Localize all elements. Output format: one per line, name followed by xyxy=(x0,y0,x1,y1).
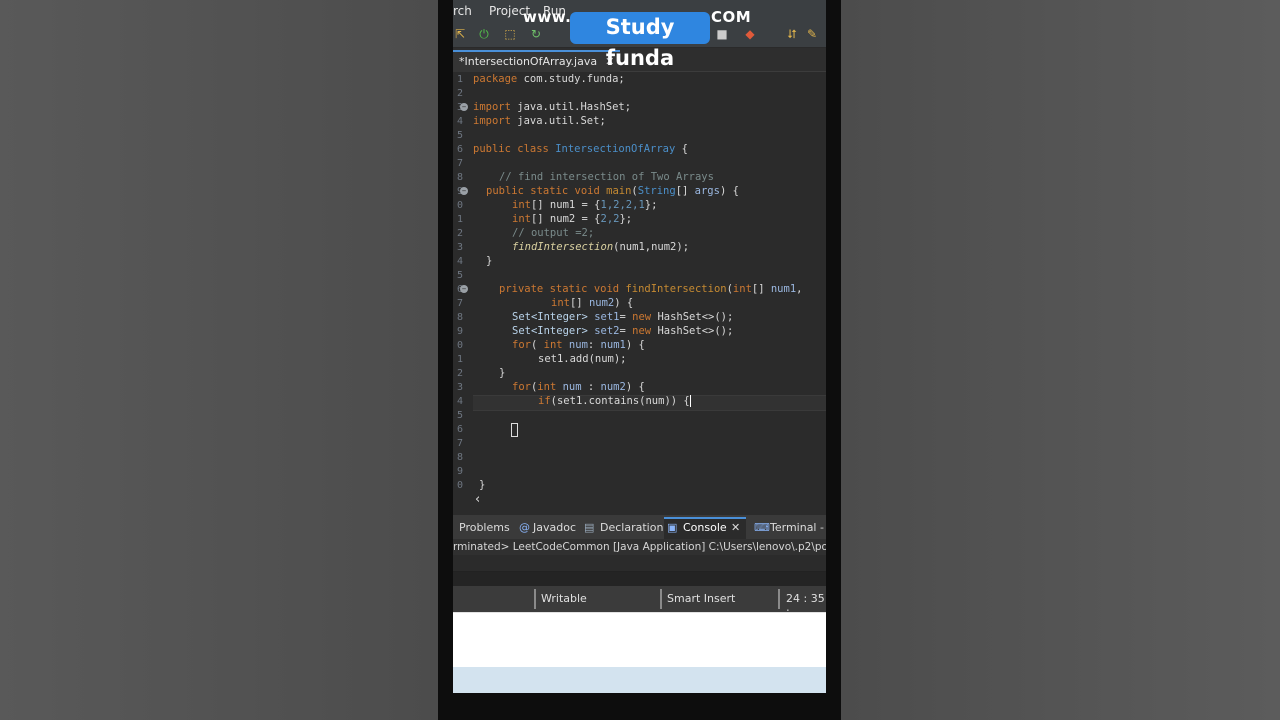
menu-search[interactable]: rch xyxy=(453,4,472,18)
line-number: 8 xyxy=(456,312,463,323)
video-background-left xyxy=(0,0,438,720)
line-number: 4 xyxy=(456,396,463,407)
line-number: 8 xyxy=(456,452,463,463)
javadoc-icon: @ xyxy=(519,521,530,534)
status-separator xyxy=(534,589,536,609)
code-line-package: package com.study.funda; xyxy=(473,73,625,85)
line-number: 4 xyxy=(456,116,463,127)
line-number: 0 xyxy=(456,200,463,211)
fold-collapse-icon[interactable]: − xyxy=(460,187,468,195)
line-number: 1 xyxy=(456,74,463,85)
mouse-ibeam-cursor xyxy=(511,423,518,437)
study-funda-badge: Study funda xyxy=(570,12,710,70)
line-number: 5 xyxy=(456,270,463,281)
video-background-right xyxy=(841,0,1280,720)
code-editor[interactable]: 1 2 3 4 5 6 7 8 9 0 1 2 3 4 5 6 7 8 9 0 … xyxy=(453,72,826,492)
stop-icon[interactable]: ■ xyxy=(715,27,729,41)
code-line-class-decl: public class IntersectionOfArray { xyxy=(473,143,688,155)
code-line-close-class: } xyxy=(479,479,486,491)
line-number: 1 xyxy=(456,354,463,365)
editor-tab-intersectionofarray[interactable]: *IntersectionOfArray.java✕ xyxy=(453,50,621,72)
line-number: 5 xyxy=(456,130,463,141)
status-writable: Writable xyxy=(541,592,587,605)
pen-icon[interactable]: ✎ xyxy=(805,27,819,41)
horizontal-scrollbar[interactable]: ‹ xyxy=(453,492,826,508)
line-number: 8 xyxy=(456,172,463,183)
code-line-set1: Set<Integer> set1= new HashSet<>(); xyxy=(512,311,734,323)
code-line-import-set: import java.util.Set; xyxy=(473,115,606,127)
code-line-import-hashset: import java.util.HashSet; xyxy=(473,101,632,113)
debug-icon[interactable]: ⏻ xyxy=(477,27,491,41)
status-insert-mode[interactable]: Smart Insert xyxy=(667,592,735,605)
console-output[interactable] xyxy=(453,555,826,572)
code-line-main-decl: public static void main(String[] args) { xyxy=(486,185,739,197)
code-line-num1: int[] num1 = {1,2,2,1}; xyxy=(512,199,658,211)
tab-problems[interactable]: Problems xyxy=(459,521,510,534)
code-line-set2: Set<Integer> set2= new HashSet<>(); xyxy=(512,325,734,337)
taskbar-strip xyxy=(453,667,826,693)
console-description: rminated> LeetCodeCommon [Java Applicati… xyxy=(453,539,826,555)
taskbar-area xyxy=(453,612,826,667)
line-number: 2 xyxy=(456,228,463,239)
line-number: 7 xyxy=(456,298,463,309)
line-number: 3 xyxy=(456,382,463,393)
open-type-icon[interactable]: ⬚ xyxy=(503,27,517,41)
text-caret xyxy=(689,395,691,407)
terminal-icon: ⌨ xyxy=(754,521,770,534)
tab-terminal[interactable]: Terminal xyxy=(770,521,817,534)
code-line-for1: for( int num: num1) { xyxy=(512,339,645,351)
line-number: 4 xyxy=(456,256,463,267)
line-number: 0 xyxy=(456,480,463,491)
status-separator xyxy=(660,589,662,609)
new-wizard-icon[interactable]: ⇱ xyxy=(453,27,467,41)
line-number: 6 xyxy=(456,144,463,155)
line-number: 6 xyxy=(456,424,463,435)
status-bar: Writable Smart Insert 24 : 35 : xyxy=(453,586,826,618)
tab-declaration[interactable]: Declaration xyxy=(600,521,663,534)
eclipse-ide-window: rch Project Run www. COM Study funda ⇱ ⏻… xyxy=(453,0,826,693)
line-number: 5 xyxy=(456,410,463,421)
code-line-call: findIntersection(num1,num2); xyxy=(512,241,690,253)
editor-tab-title: *IntersectionOfArray.java xyxy=(459,55,598,68)
tab-console[interactable]: Console xyxy=(683,521,727,534)
status-separator xyxy=(778,589,780,609)
code-line-if: if(set1.contains(num)) { xyxy=(538,395,691,407)
line-number: 0 xyxy=(456,340,463,351)
line-number: 1 xyxy=(456,214,463,225)
code-line-method-param2: int[] num2) { xyxy=(551,297,634,309)
code-line-for2: for(int num : num2) { xyxy=(512,381,645,393)
line-number: 7 xyxy=(456,158,463,169)
line-number: 2 xyxy=(456,88,463,99)
code-line-method-decl: private static void findIntersection(int… xyxy=(499,283,803,295)
fold-collapse-icon[interactable]: − xyxy=(460,103,468,111)
console-icon: ▣ xyxy=(667,521,678,534)
close-console-icon[interactable]: ✕ xyxy=(731,521,740,534)
code-line-close-for1: } xyxy=(499,367,506,379)
code-line-close-main: } xyxy=(486,255,493,267)
scroll-left-icon[interactable]: ‹ xyxy=(475,492,480,507)
open-folder-icon[interactable]: ⮃ xyxy=(785,27,799,41)
line-number: 9 xyxy=(456,326,463,337)
line-number: 7 xyxy=(456,438,463,449)
declaration-icon: ▤ xyxy=(584,521,595,534)
code-line-num2: int[] num2 = {2,2}; xyxy=(512,213,633,225)
bottom-panel-tabs: Problems @ Javadoc ▤ Declaration ▣ Conso… xyxy=(453,515,826,539)
more-tabs-icon[interactable]: - xyxy=(820,521,824,534)
code-line-output-comment: // output =2; xyxy=(512,227,595,239)
line-number: 3 xyxy=(456,242,463,253)
line-number: 9 xyxy=(456,466,463,477)
panel-gap xyxy=(453,572,826,586)
line-number: 2 xyxy=(456,368,463,379)
code-line-add: set1.add(num); xyxy=(538,353,627,365)
run-icon[interactable]: ↻ xyxy=(529,27,543,41)
fold-collapse-icon[interactable]: − xyxy=(460,285,468,293)
remove-launch-icon[interactable]: ◆ xyxy=(743,27,757,41)
line-number-gutter: 1 2 3 4 5 6 7 8 9 0 1 2 3 4 5 6 7 8 9 0 … xyxy=(453,72,468,492)
code-line-comment: // find intersection of Two Arrays xyxy=(499,171,714,183)
tab-javadoc[interactable]: Javadoc xyxy=(533,521,576,534)
